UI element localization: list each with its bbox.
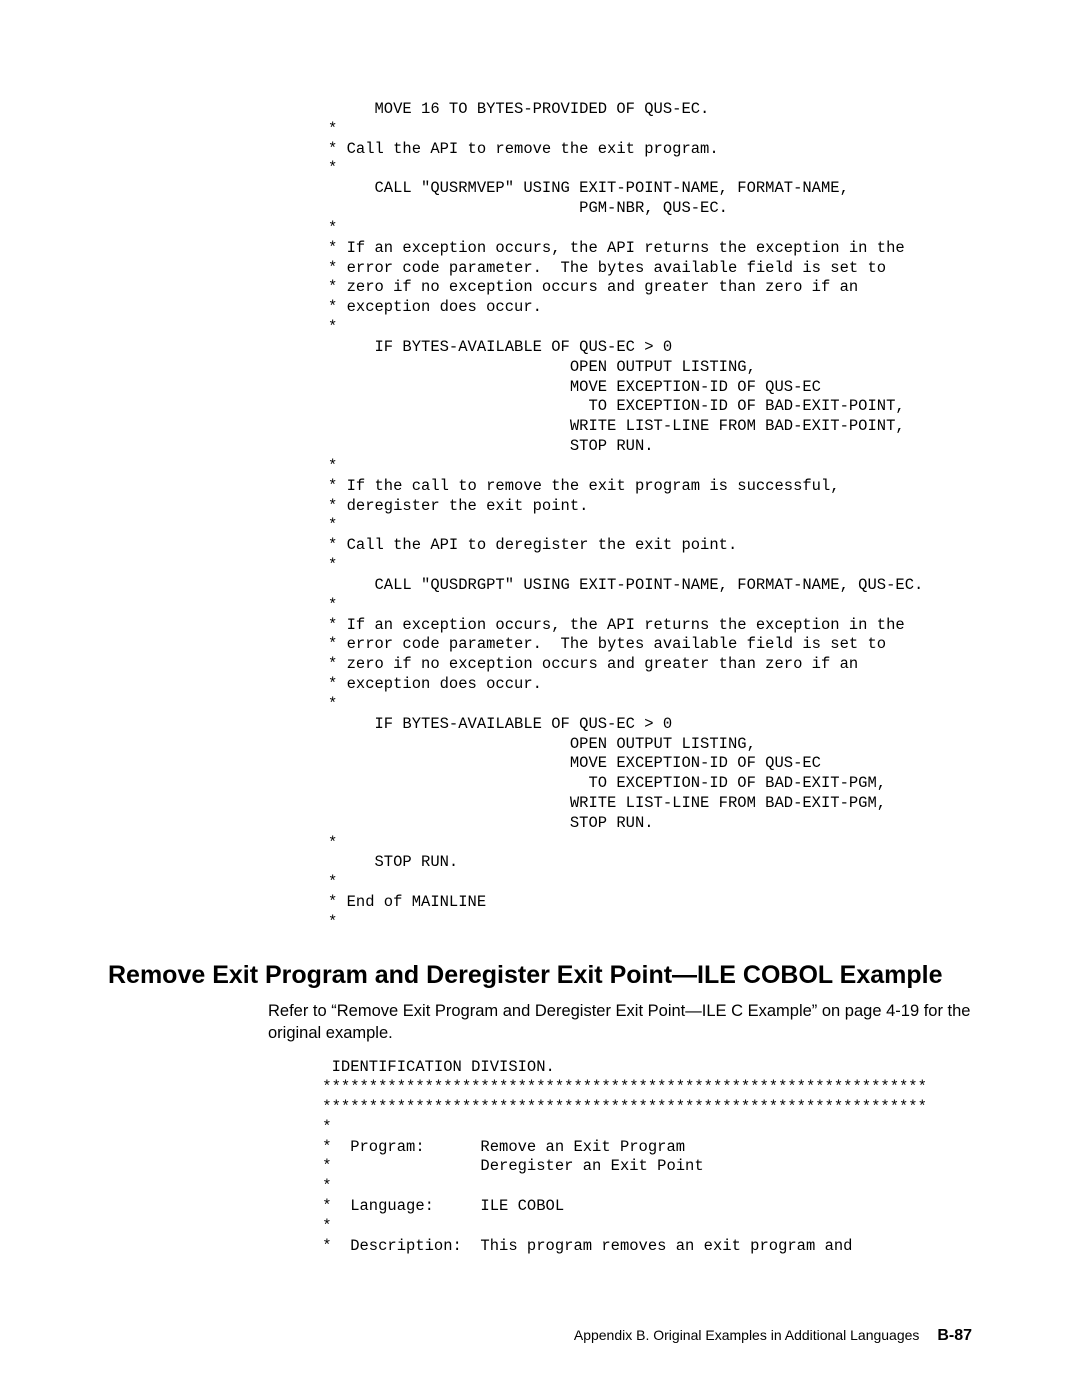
footer-text: Appendix B. Original Examples in Additio…: [574, 1327, 920, 1343]
page-footer: Appendix B. Original Examples in Additio…: [574, 1327, 972, 1345]
code-block-bottom: IDENTIFICATION DIVISION. ***************…: [313, 1058, 972, 1256]
section-heading: Remove Exit Program and Deregister Exit …: [108, 961, 972, 990]
code-block-top: MOVE 16 TO BYTES-PROVIDED OF QUS-EC. * *…: [328, 100, 972, 933]
reference-paragraph: Refer to “Remove Exit Program and Deregi…: [268, 1000, 972, 1045]
page-number: B-87: [937, 1327, 972, 1344]
